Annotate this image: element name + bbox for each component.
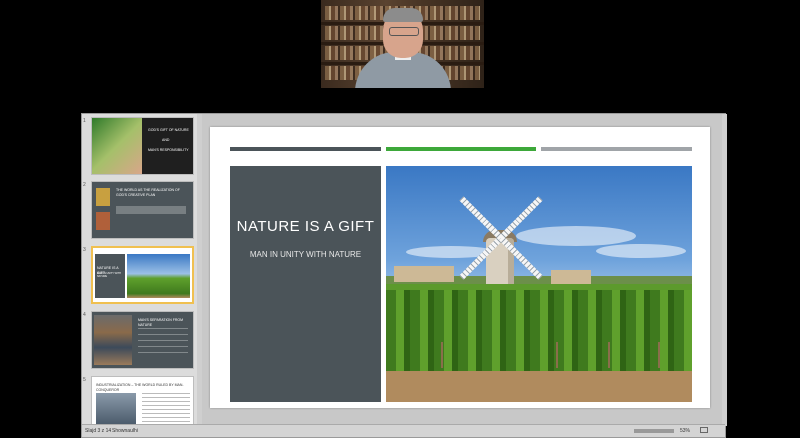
title-panel: NATURE IS A GIFT MAN IN UNITY WITH NATUR…: [230, 166, 381, 402]
slide-number: 5: [83, 377, 86, 383]
presentation-app-window: 1 GOD'S GIFT OF NATURE AND MAN'S RESPONS…: [81, 113, 727, 438]
thumb-panel: NATURE IS A GIFT MAN IN UNITY WITH NATUR…: [95, 254, 125, 298]
icon-image: [96, 188, 110, 206]
vineyard-rows: [386, 284, 692, 380]
slide-editor-area: NATURE IS A GIFT MAN IN UNITY WITH NATUR…: [202, 114, 722, 426]
slide-thumbnail-panel[interactable]: 1 GOD'S GIFT OF NATURE AND MAN'S RESPONS…: [82, 114, 202, 426]
thumb-title-line: GOD'S CREATIVE PLAN: [116, 193, 156, 197]
soil: [386, 371, 692, 402]
slide-title: NATURE IS A GIFT: [236, 218, 375, 235]
slide-thumbnail-5[interactable]: INDUSTRIALIZATION – THE WORLD RULED BY M…: [91, 376, 194, 426]
slide-subtitle: MAN IN UNITY WITH NATURE: [249, 250, 362, 259]
windmill-sail: [459, 196, 504, 241]
accent-bar-green: [386, 147, 536, 151]
slide-indicator: Slajd 3 z 14: [85, 428, 112, 434]
thumb-title-line: MAN'S RESPONSIBILITY: [148, 148, 189, 152]
slide-thumbnail-2[interactable]: THE WORLD AS THE REALIZATION OF GOD'S CR…: [91, 181, 194, 239]
vine-post: [441, 342, 443, 368]
thumb-text-block: [142, 393, 190, 423]
slide-thumbnail-1[interactable]: GOD'S GIFT OF NATURE AND MAN'S RESPONSIB…: [91, 117, 194, 175]
farmhouse: [551, 270, 591, 284]
slide-number: 3: [83, 247, 86, 253]
slide-number: 4: [83, 312, 86, 318]
presenter-glasses: [389, 27, 419, 36]
webcam-feed: [321, 0, 484, 88]
slide-thumbnail-4[interactable]: MAN'S SEPARATION FROM NATURE: [91, 311, 194, 369]
city-image: [96, 393, 136, 425]
zoom-level[interactable]: 53%: [680, 428, 690, 434]
vine-post: [556, 342, 558, 368]
slide-number: 2: [83, 182, 86, 188]
fit-window-icon[interactable]: [700, 427, 708, 433]
cloud: [596, 244, 686, 258]
farmhouse: [394, 266, 454, 282]
thumb-title-line: INDUSTRIALIZATION – THE WORLD RULED BY M…: [96, 383, 184, 392]
thumb-title-line: AND: [162, 138, 170, 142]
accent-bar-gray: [541, 147, 692, 151]
vine-post: [608, 342, 610, 368]
hands-plant-image: [92, 118, 142, 174]
editor-scrollbar[interactable]: [722, 114, 727, 426]
industry-image: [94, 315, 132, 365]
thumb-quote: [116, 206, 186, 214]
icon-image: [96, 212, 110, 230]
thumb-bullets: [138, 328, 188, 358]
language-indicator[interactable]: Shownaulhi: [112, 428, 138, 434]
thumb-title-line: THE WORLD AS THE REALIZATION OF: [116, 188, 180, 192]
thumb-title-line: MAN IN UNITY WITH NATURE: [97, 272, 121, 279]
thumb-title-line: MAN'S SEPARATION FROM NATURE: [138, 318, 184, 327]
windmill-vineyard-photo: [386, 166, 692, 402]
status-bar: Slajd 3 z 14 Shownaulhi 53%: [82, 424, 725, 437]
vineyard-image: [127, 254, 190, 298]
slide-number: 1: [83, 118, 86, 124]
vine-post: [658, 342, 660, 368]
current-slide: NATURE IS A GIFT MAN IN UNITY WITH NATUR…: [210, 127, 710, 408]
thumb-title-line: GOD'S GIFT OF NATURE: [148, 128, 189, 132]
slide-thumbnail-3[interactable]: NATURE IS A GIFT MAN IN UNITY WITH NATUR…: [91, 246, 194, 304]
zoom-slider[interactable]: [634, 429, 674, 433]
accent-bar-dark: [230, 147, 381, 151]
cloud: [516, 226, 636, 246]
presenter-hair: [383, 8, 423, 22]
